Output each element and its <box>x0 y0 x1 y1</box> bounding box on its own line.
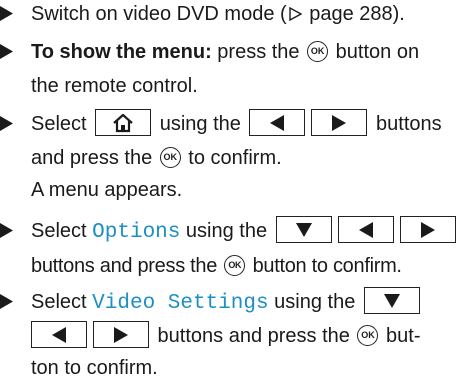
right-arrow-key-icon <box>311 109 368 136</box>
step-text: page 288). <box>303 3 405 25</box>
step-text: button to confirm. <box>247 255 402 277</box>
step-5: Select Video Settings using the <box>0 285 423 319</box>
page-reference-icon <box>288 0 303 32</box>
step-3: Select using the buttons <box>0 107 442 141</box>
step-text: but- <box>380 325 421 347</box>
step-4: Select Options using the <box>0 214 459 248</box>
step-text: ton to confirm. <box>31 357 158 379</box>
bullet-triangle-icon <box>0 107 31 141</box>
bullet-triangle-icon <box>0 214 31 248</box>
step-result: A menu appears. <box>31 179 183 201</box>
right-arrow-key-icon <box>399 216 456 243</box>
bullet-triangle-icon <box>0 35 31 69</box>
step-text: Select <box>31 220 93 242</box>
step-text: using the <box>154 113 247 135</box>
step-3-line-2: and press the OK to confirm. <box>31 141 282 175</box>
menu-item-highlight: Video Settings <box>92 292 269 315</box>
step-text: press the <box>211 41 306 63</box>
left-arrow-key-icon <box>31 321 87 348</box>
step-text: buttons <box>370 113 442 135</box>
instruction-page: Switch on video DVD mode ( page 288). To… <box>0 0 461 379</box>
step-text: buttons and press the <box>152 325 356 347</box>
step-2: To show the menu: press the OK button on <box>0 35 419 69</box>
step-text: Select <box>31 113 93 135</box>
step-text: button on <box>330 41 420 63</box>
step-text: to confirm. <box>182 147 282 169</box>
step-text: and press the <box>31 147 158 169</box>
down-arrow-key-icon <box>363 287 420 314</box>
ok-button-icon: OK <box>307 41 329 62</box>
ok-button-icon: OK <box>357 325 379 346</box>
ok-button-icon: OK <box>224 255 246 276</box>
step-text: Select <box>31 291 93 313</box>
step-text: the remote control. <box>31 75 198 97</box>
home-key-icon <box>95 109 152 136</box>
step-5-line-2: buttons and press the OK but- <box>31 319 421 353</box>
right-arrow-key-icon <box>93 321 149 348</box>
left-arrow-key-icon <box>337 216 394 243</box>
bullet-triangle-icon <box>0 285 31 319</box>
step-1: Switch on video DVD mode ( page 288). <box>0 0 405 31</box>
ok-button-icon: OK <box>159 147 181 168</box>
step-4-line-2: buttons and press the OK button to confi… <box>31 249 402 283</box>
down-arrow-key-icon <box>275 216 332 243</box>
menu-item-highlight: Options <box>92 221 181 244</box>
step-text: using the <box>268 291 361 313</box>
step-text: Switch on video DVD mode ( <box>31 3 287 25</box>
step-text: buttons and press the <box>31 255 223 277</box>
step-text: using the <box>180 220 273 242</box>
step-label: To show the menu: <box>31 41 212 63</box>
left-arrow-key-icon <box>249 109 306 136</box>
bullet-triangle-icon <box>0 0 31 31</box>
